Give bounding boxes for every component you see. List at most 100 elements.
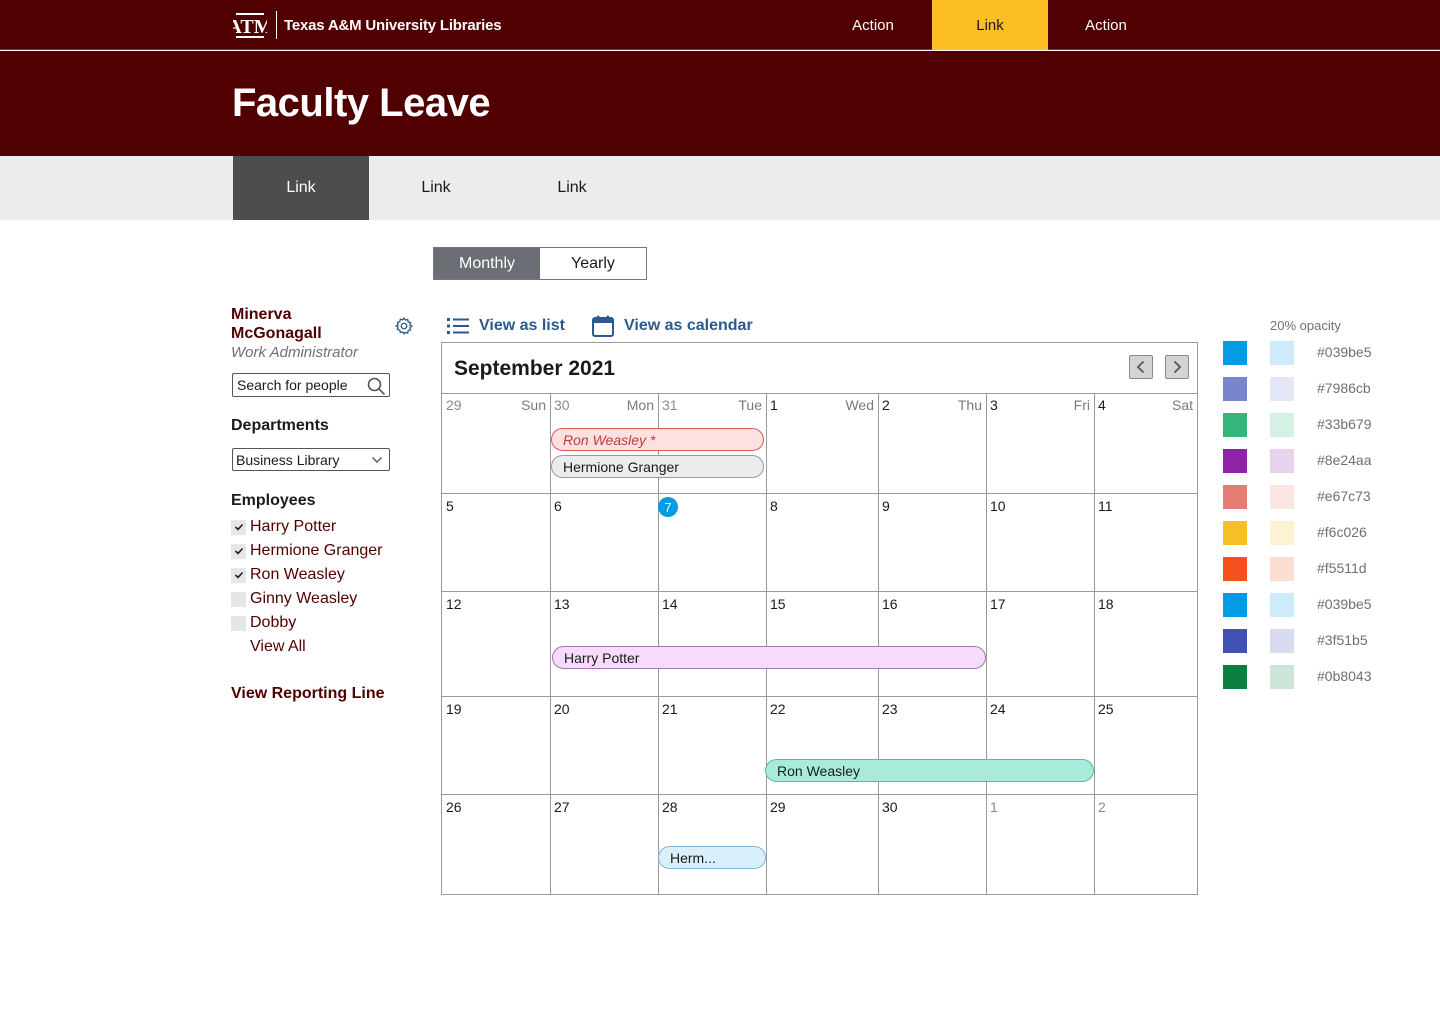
subnav-link-2[interactable]: Link <box>368 156 504 220</box>
employee-checkbox[interactable] <box>231 591 246 607</box>
grid-divider <box>442 591 1197 592</box>
employee-checkbox[interactable] <box>231 519 246 535</box>
color-key-row: #3f51b5 <box>1223 629 1423 653</box>
date-number[interactable]: 22 <box>770 701 786 717</box>
topnav-action-1[interactable]: Action <box>815 0 931 50</box>
view-reporting-line-link[interactable]: View Reporting Line <box>231 685 385 703</box>
date-number[interactable]: 20 <box>554 701 570 717</box>
date-number[interactable]: 27 <box>554 799 570 815</box>
subnav-link-1[interactable]: Link <box>233 156 369 220</box>
color-swatch-light <box>1270 557 1294 581</box>
date-number[interactable]: 31 <box>662 397 678 413</box>
date-number[interactable]: 21 <box>662 701 678 717</box>
date-number[interactable]: 3 <box>990 397 998 413</box>
view-as-list-label: View as list <box>479 317 565 334</box>
date-number[interactable]: 19 <box>446 701 462 717</box>
color-key-row: #f6c026 <box>1223 521 1423 545</box>
leave-event[interactable]: Ron Weasley * <box>551 428 764 451</box>
date-number[interactable]: 29 <box>770 799 786 815</box>
date-number[interactable]: 24 <box>990 701 1006 717</box>
color-swatch <box>1223 341 1247 365</box>
date-number[interactable]: 11 <box>1098 498 1113 514</box>
employee-name: Harry Potter <box>250 518 337 535</box>
color-hex-label: #0b8043 <box>1317 668 1372 684</box>
weekday-label: Tue <box>738 397 762 413</box>
date-number[interactable]: 23 <box>882 701 898 717</box>
date-number[interactable]: 12 <box>446 596 462 612</box>
date-number[interactable]: 13 <box>554 596 570 612</box>
employee-checkbox[interactable] <box>231 615 246 631</box>
leave-event[interactable]: Herm... <box>658 846 766 869</box>
topnav-action-2[interactable]: Action <box>1048 0 1164 50</box>
date-number[interactable]: 4 <box>1098 397 1106 413</box>
calendar-title: September 2021 <box>454 357 616 380</box>
leave-event[interactable]: Harry Potter <box>552 646 986 669</box>
grid-divider <box>766 394 767 895</box>
date-number[interactable]: 8 <box>770 498 778 514</box>
opacity-label: 20% opacity <box>1270 318 1341 333</box>
date-number[interactable]: 10 <box>990 498 1006 514</box>
weekday-label: Thu <box>957 397 982 413</box>
view-as-calendar-link[interactable]: View as calendar <box>592 313 753 339</box>
date-number[interactable]: 9 <box>882 498 890 514</box>
date-number[interactable]: 5 <box>446 498 454 514</box>
date-number[interactable]: 1 <box>990 799 998 815</box>
date-number[interactable]: 2 <box>882 397 890 413</box>
date-number[interactable]: 30 <box>554 397 570 413</box>
leave-event[interactable]: Ron Weasley <box>765 759 1094 782</box>
topnav-link[interactable]: Link <box>932 0 1048 50</box>
date-number[interactable]: 29 <box>446 397 462 413</box>
date-number[interactable]: 14 <box>662 596 678 612</box>
employee-checkbox[interactable] <box>231 543 246 559</box>
date-number[interactable]: 17 <box>990 596 1006 612</box>
view-all-link[interactable]: View All <box>231 635 383 659</box>
employee-item[interactable]: Hermione Granger <box>231 539 383 563</box>
page-header: Faculty Leave <box>0 51 1440 156</box>
today-date[interactable]: 7 <box>658 497 678 517</box>
logo-divider <box>276 11 277 39</box>
employee-item[interactable]: Dobby <box>231 611 383 635</box>
view-as-list-link[interactable]: View as list <box>447 313 565 339</box>
view-as-calendar-label: View as calendar <box>624 317 753 334</box>
color-swatch <box>1223 557 1247 581</box>
tamu-logo[interactable]: ATM Texas A&M University Libraries <box>233 10 502 40</box>
calendar-grid: 29 30 31 1 2 3 4 5 6 7 8 9 10 11 12 13 14 15 16 17 18 19 20 21 2… <box>442 393 1197 895</box>
date-number[interactable]: 18 <box>1098 596 1114 612</box>
date-number[interactable]: 6 <box>554 498 562 514</box>
top-bar: ATM Texas A&M University Libraries Actio… <box>0 0 1440 50</box>
next-month-button[interactable] <box>1165 355 1189 379</box>
monthly-toggle-button[interactable]: Monthly <box>434 248 540 279</box>
date-number[interactable]: 16 <box>882 596 898 612</box>
color-key-row: #0b8043 <box>1223 665 1423 689</box>
chevron-down-icon <box>372 457 382 463</box>
date-number[interactable]: 2 <box>1098 799 1106 815</box>
check-icon <box>234 547 243 555</box>
date-number[interactable]: 25 <box>1098 701 1114 717</box>
date-number[interactable]: 15 <box>770 596 786 612</box>
employee-item[interactable]: Ginny Weasley <box>231 587 383 611</box>
employee-checkbox[interactable] <box>231 567 246 583</box>
date-number[interactable]: 28 <box>662 799 678 815</box>
calendar-icon <box>592 315 614 337</box>
month-calendar: September 2021 29 30 31 1 2 3 4 5 6 7 8 9 10 11 12 13 14… <box>441 342 1198 895</box>
color-hex-label: #f5511d <box>1317 560 1367 576</box>
gear-icon[interactable] <box>394 316 414 336</box>
leave-event[interactable]: Hermione Granger <box>551 455 764 478</box>
weekday-label: Mon <box>626 397 654 413</box>
grid-divider <box>442 696 1197 697</box>
employee-item[interactable]: Harry Potter <box>231 515 383 539</box>
prev-month-button[interactable] <box>1129 355 1153 379</box>
yearly-toggle-button[interactable]: Yearly <box>540 248 646 279</box>
color-hex-label: #33b679 <box>1317 416 1372 432</box>
search-input[interactable] <box>237 377 365 393</box>
search-icon[interactable] <box>366 376 386 396</box>
employee-item[interactable]: Ron Weasley <box>231 563 383 587</box>
subnav-link-3[interactable]: Link <box>504 156 640 220</box>
date-number[interactable]: 26 <box>446 799 462 815</box>
department-select[interactable]: Business Library <box>232 448 390 471</box>
grid-divider <box>986 394 987 895</box>
grid-divider <box>878 394 879 895</box>
color-hex-label: #f6c026 <box>1317 524 1367 540</box>
date-number[interactable]: 30 <box>882 799 898 815</box>
date-number[interactable]: 1 <box>770 397 778 413</box>
